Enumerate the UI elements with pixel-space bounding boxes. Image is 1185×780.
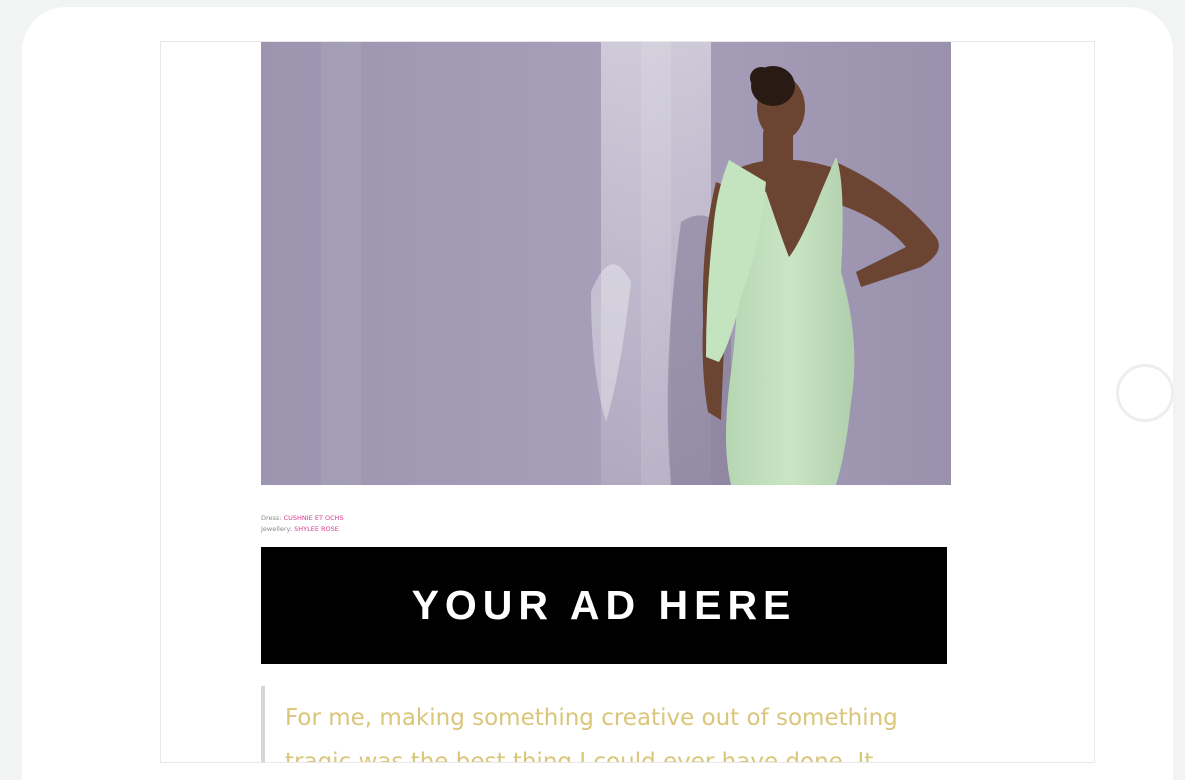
photo-credits: Dress: CUSHNIE ET OCHS Jewellery: SHYLEE… (261, 513, 344, 535)
credit-brand-link[interactable]: SHYLEE ROSE (294, 525, 339, 533)
fashion-photo (261, 42, 951, 485)
home-button[interactable] (1116, 364, 1174, 422)
credit-line-jewellery: Jewellery: SHYLEE ROSE (261, 524, 344, 535)
credit-label: Dress: (261, 514, 282, 522)
pullquote: For me, making something creative out of… (261, 686, 941, 763)
pullquote-text: For me, making something creative out of… (285, 705, 898, 763)
credit-brand-link[interactable]: CUSHNIE ET OCHS (284, 514, 344, 522)
ad-label: YOUR AD HERE (411, 582, 797, 628)
screen: Dress: CUSHNIE ET OCHS Jewellery: SHYLEE… (160, 41, 1095, 763)
fashion-photo-illustration (261, 42, 951, 485)
credit-label: Jewellery: (261, 525, 293, 533)
ad-banner[interactable]: YOUR AD HERE (261, 547, 947, 664)
credit-line-dress: Dress: CUSHNIE ET OCHS (261, 513, 344, 524)
